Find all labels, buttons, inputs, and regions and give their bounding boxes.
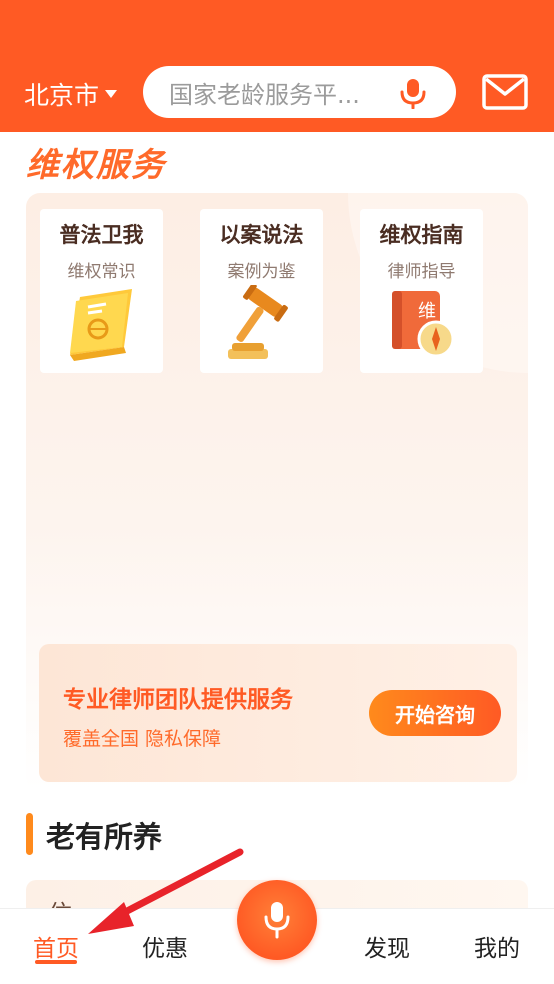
tab-home[interactable]: 首页: [33, 929, 79, 963]
tab-discover[interactable]: 发现: [364, 929, 410, 963]
elderly-section-title: 老有所养: [46, 820, 163, 854]
caret-down-icon: [105, 90, 118, 98]
rights-panel: 普法卫我 维权常识 以案说法 案例为鉴 维权指南 律师指导 维 专业律师团队提供…: [26, 193, 528, 791]
voice-button[interactable]: [237, 880, 317, 960]
rights-section-title: 维权服务: [26, 145, 166, 184]
card-case-study[interactable]: 以案说法 案例为鉴: [200, 209, 323, 373]
gavel-icon: [228, 285, 288, 359]
law-book-icon: [70, 289, 132, 361]
city-selector[interactable]: 北京市: [24, 74, 118, 114]
top-header: 北京市 国家老龄服务平...: [0, 0, 554, 132]
tab-discounts[interactable]: 优惠: [142, 929, 188, 963]
card-rights-guide[interactable]: 维权指南 律师指导 维: [360, 209, 483, 373]
consult-banner-title: 专业律师团队提供服务: [63, 687, 293, 713]
search-placeholder: 国家老龄服务平...: [169, 80, 360, 109]
guide-compass-icon: 维: [392, 291, 455, 358]
card-subtitle: 律师指导: [387, 262, 456, 282]
consult-banner-subtitle: 覆盖全国 隐私保障: [63, 728, 222, 750]
card-law-knowledge[interactable]: 普法卫我 维权常识: [40, 209, 163, 373]
card-title: 维权指南: [379, 223, 464, 247]
microphone-icon: [264, 902, 290, 939]
start-consult-button[interactable]: 开始咨询: [369, 690, 501, 736]
consult-banner: 专业律师团队提供服务 覆盖全国 隐私保障 开始咨询: [39, 644, 517, 782]
card-title: 普法卫我: [59, 223, 144, 247]
card-subtitle: 案例为鉴: [227, 262, 296, 282]
card-title: 以案说法: [219, 223, 304, 247]
search-bar[interactable]: 国家老龄服务平...: [143, 66, 456, 118]
card-subtitle: 维权常识: [67, 262, 136, 282]
microphone-icon[interactable]: [398, 77, 428, 109]
section-accent-bar: [26, 813, 33, 855]
tab-mine[interactable]: 我的: [474, 929, 520, 963]
city-label: 北京市: [24, 81, 100, 110]
active-tab-indicator: [35, 960, 77, 964]
mail-icon[interactable]: [482, 74, 528, 110]
guide-icon-text: 维: [418, 301, 436, 322]
